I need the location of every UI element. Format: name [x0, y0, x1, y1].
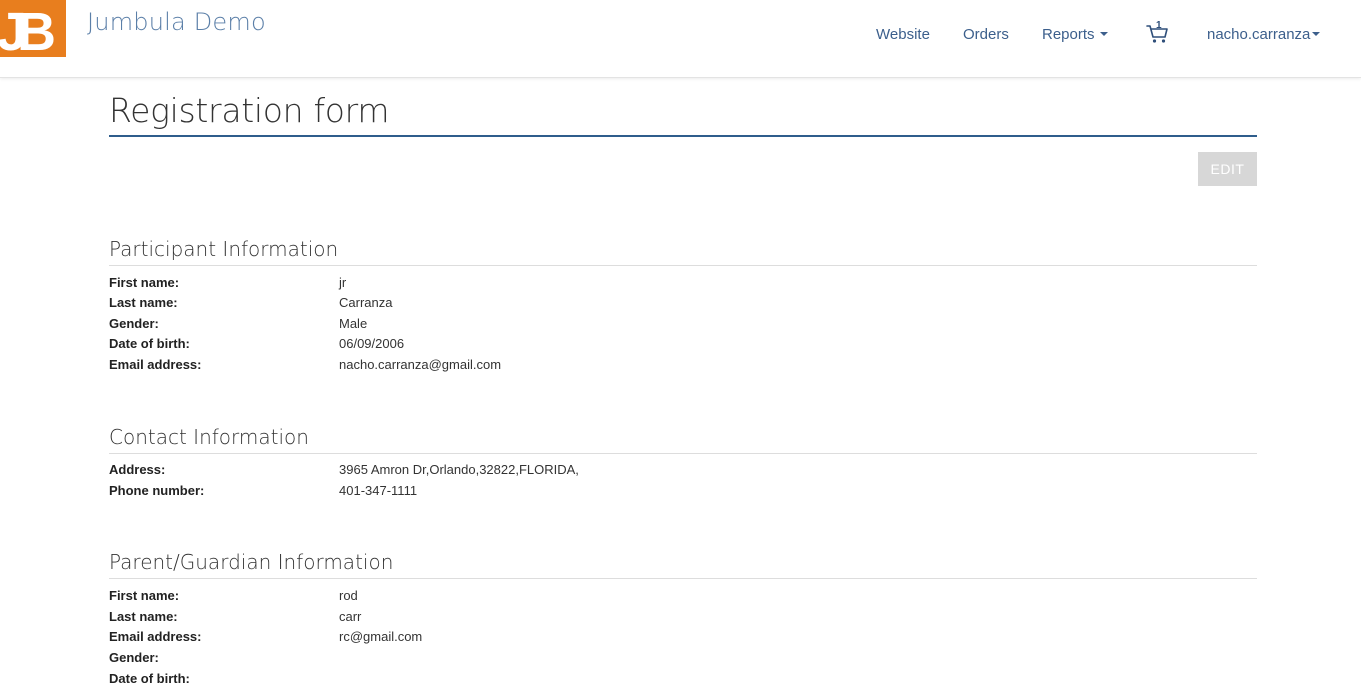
top-navbar: JB Jumbula Demo Website Orders Reports 1…	[0, 0, 1361, 78]
field-value: 06/09/2006	[339, 336, 405, 351]
user-menu-dropdown[interactable]: nacho.carranza	[1207, 26, 1321, 43]
field-label: Email address:	[109, 357, 202, 372]
nav-reports-dropdown[interactable]: Reports	[1042, 26, 1108, 43]
field-label: First name:	[109, 275, 180, 290]
logo-text: JB	[0, 2, 54, 57]
field-value: rc@gmail.com	[339, 629, 423, 644]
field-label: Last name:	[109, 609, 178, 624]
guardian-first-name-row: First name: rod	[109, 585, 1257, 606]
field-label: Phone number:	[109, 483, 205, 498]
logo-icon: JB	[0, 2, 64, 57]
field-label: First name:	[109, 588, 180, 603]
guardian-gender-row: Gender:	[109, 647, 1257, 668]
contact-address-row: Address: 3965 Amron Dr,Orlando,32822,FLO…	[109, 459, 1257, 480]
field-value: rod	[339, 588, 358, 603]
guardian-dob-row: Date of birth:	[109, 668, 1257, 689]
participant-gender-row: Gender: Male	[109, 313, 1257, 334]
field-value: carr	[339, 609, 362, 624]
edit-button[interactable]: EDIT	[1198, 152, 1257, 186]
brand-name[interactable]: Jumbula Demo	[87, 8, 266, 36]
page-title: Registration form	[109, 90, 1257, 137]
field-value: 401-347-1111	[339, 483, 418, 498]
guardian-email-row: Email address: rc@gmail.com	[109, 626, 1257, 647]
nav-orders-link[interactable]: Orders	[963, 26, 1009, 43]
field-value: nacho.carranza@gmail.com	[339, 357, 502, 372]
field-label: Gender:	[109, 650, 159, 665]
guardian-last-name-row: Last name: carr	[109, 606, 1257, 627]
field-value: jr	[339, 275, 347, 290]
contact-phone-row: Phone number: 401-347-1111	[109, 480, 1257, 501]
field-label: Email address:	[109, 629, 202, 644]
field-label: Date of birth:	[109, 336, 190, 351]
field-label: Address:	[109, 462, 166, 477]
contact-section-title: Contact Information	[109, 424, 1257, 454]
field-label: Gender:	[109, 316, 159, 331]
logo[interactable]: JB	[0, 0, 66, 57]
caret-down-icon	[1099, 32, 1108, 37]
user-name: nacho.carranza	[1207, 26, 1311, 43]
field-label: Last name:	[109, 295, 178, 310]
guardian-section-title: Parent/Guardian Information	[109, 549, 1257, 579]
nav-reports-label: Reports	[1042, 26, 1095, 43]
participant-last-name-row: Last name: Carranza	[109, 292, 1257, 313]
cart-count-badge: 1	[1156, 20, 1162, 31]
participant-email-row: Email address: nacho.carranza@gmail.com	[109, 354, 1257, 375]
field-value: Carranza	[339, 295, 393, 310]
nav-website-link[interactable]: Website	[876, 26, 930, 43]
caret-down-icon	[1312, 32, 1321, 37]
participant-dob-row: Date of birth: 06/09/2006	[109, 333, 1257, 354]
participant-first-name-row: First name: jr	[109, 272, 1257, 293]
field-label: Date of birth:	[109, 671, 190, 686]
cart-button[interactable]: 1	[1145, 20, 1171, 46]
participant-section-title: Participant Information	[109, 236, 1257, 266]
field-value: Male	[339, 316, 368, 331]
field-value: 3965 Amron Dr,Orlando,32822,FLORIDA,	[339, 462, 579, 477]
